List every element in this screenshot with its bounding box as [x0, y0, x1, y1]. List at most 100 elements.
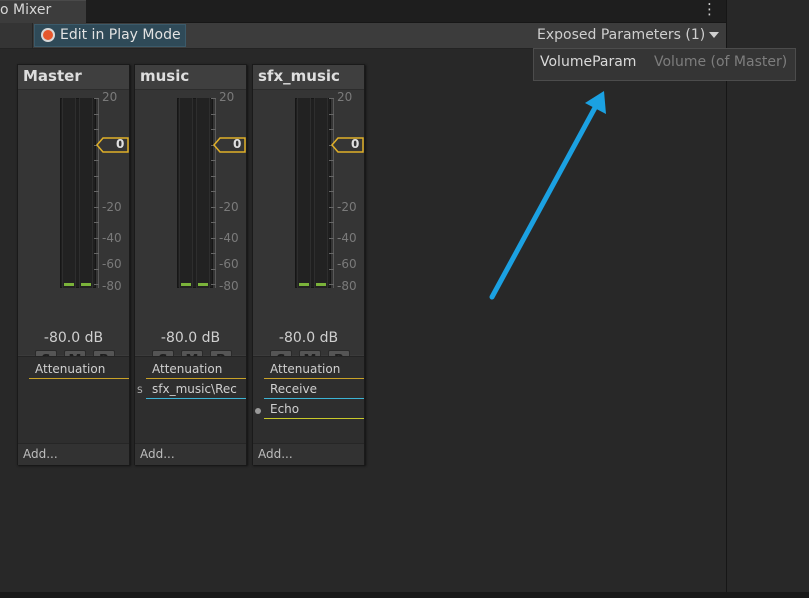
- scale-line: [333, 98, 334, 288]
- scale-tick: [211, 98, 216, 99]
- effects-list: Attenuation: [18, 356, 129, 443]
- scale-tick: [329, 175, 334, 177]
- db-readout: -80.0 dB: [43, 330, 104, 346]
- scale-tick: [329, 98, 334, 99]
- strip-header[interactable]: music: [135, 65, 246, 90]
- meter-level: [198, 283, 208, 286]
- effects-list: Attenuation Receive Echo: [253, 356, 364, 443]
- scale-tick: [329, 129, 334, 130]
- meter-level: [64, 283, 74, 286]
- add-effect-label: Add...: [23, 447, 58, 461]
- scale-tick: [211, 191, 216, 192]
- scale-tick: [329, 206, 334, 208]
- add-effect-button[interactable]: Add...: [135, 443, 246, 465]
- scale-tick: [94, 222, 99, 223]
- scale-label: -80: [337, 279, 357, 293]
- scale-tick: [211, 253, 216, 254]
- scale-label: -40: [337, 231, 357, 245]
- scale-label: 20: [337, 90, 353, 104]
- effect-item[interactable]: Attenuation: [146, 362, 246, 379]
- add-effect-label: Add...: [140, 447, 175, 461]
- scale-label: -20: [102, 200, 122, 214]
- scale-tick: [94, 253, 99, 254]
- mixer-strip-1[interactable]: music20-20-40-60-80 0 -80.0 dBSMBSAttenu…: [134, 64, 247, 465]
- mixer-toolbar: Edit in Play Mode Exposed Parameters (1): [0, 23, 726, 49]
- scale-tick: [211, 222, 216, 223]
- scale-tick: [94, 129, 99, 130]
- scale-tick: [211, 268, 216, 270]
- scale-tick: [94, 237, 99, 239]
- scale-label: -20: [219, 200, 239, 214]
- scale-label: -60: [102, 257, 122, 271]
- effect-item[interactable]: Receive: [264, 382, 364, 399]
- add-effect-button[interactable]: Add...: [253, 443, 364, 465]
- record-icon: [41, 28, 55, 42]
- scale-tick: [94, 268, 99, 270]
- tab-audio-mixer[interactable]: o Mixer: [0, 0, 86, 24]
- scale-tick: [211, 284, 216, 285]
- kebab-menu-icon[interactable]: ⋮: [702, 0, 717, 22]
- scale-line: [98, 98, 99, 288]
- scale-tick: [94, 98, 99, 99]
- effect-item[interactable]: Echo: [264, 402, 364, 419]
- strip-body: 20-20-40-60-80 0 -80.0 dBSMB: [135, 90, 246, 371]
- scale-tick: [329, 113, 334, 115]
- scale-tick: [211, 175, 216, 177]
- volume-fader-handle[interactable]: 0: [331, 136, 364, 154]
- scale-tick: [329, 253, 334, 254]
- play-mode-label: Edit in Play Mode: [60, 27, 181, 43]
- scale-label: -40: [219, 231, 239, 245]
- meter-channel: [196, 98, 210, 288]
- scale-label: -80: [219, 279, 239, 293]
- scale-tick: [329, 284, 334, 285]
- volume-fader-handle[interactable]: 0: [213, 136, 246, 154]
- scale-tick: [211, 206, 216, 208]
- scale-tick: [329, 160, 334, 161]
- effect-item[interactable]: Attenuation: [29, 362, 129, 379]
- scale-label: -20: [337, 200, 357, 214]
- edit-in-play-mode-button[interactable]: Edit in Play Mode: [34, 24, 186, 47]
- fader-value: 0: [233, 137, 242, 151]
- effect-item[interactable]: sfx_music\Rec: [146, 382, 246, 399]
- fader-value: 0: [116, 137, 125, 151]
- toolbar-spacer: [0, 23, 33, 48]
- scale-tick: [211, 129, 216, 130]
- effects-list: S Attenuation sfx_music\Rec: [135, 356, 246, 443]
- scale-label: -60: [337, 257, 357, 271]
- tab-bar: o Mixer ⋮: [0, 0, 726, 24]
- caret-down-icon: [709, 32, 719, 38]
- meter-channel: [314, 98, 328, 288]
- scale-tick: [94, 284, 99, 285]
- db-readout: -80.0 dB: [160, 330, 221, 346]
- effect-bullet-icon: [255, 408, 261, 414]
- exposed-parameters-popup: VolumeParam Volume (of Master): [533, 48, 796, 81]
- volume-fader-handle[interactable]: 0: [96, 136, 129, 154]
- exposed-parameters-dropdown[interactable]: Exposed Parameters (1): [533, 24, 723, 47]
- effect-item[interactable]: Attenuation: [264, 362, 364, 379]
- scale-label: -80: [102, 279, 122, 293]
- scale-label: -60: [219, 257, 239, 271]
- strip-title: sfx_music: [258, 67, 340, 85]
- exposed-parameters-label: Exposed Parameters (1): [537, 27, 706, 43]
- meter-channel: [62, 98, 76, 288]
- strip-title: Master: [23, 67, 82, 85]
- meter-level: [181, 283, 191, 286]
- scale-tick: [211, 237, 216, 239]
- scale-tick: [329, 268, 334, 270]
- scale-tick: [211, 160, 216, 161]
- strip-header[interactable]: sfx_music: [253, 65, 364, 90]
- meter-channel: [79, 98, 93, 288]
- strip-header[interactable]: Master: [18, 65, 129, 90]
- mixer-strip-0[interactable]: Master20-20-40-60-80 0 -80.0 dBSMBAttenu…: [17, 64, 130, 465]
- mixer-strip-2[interactable]: sfx_music20-20-40-60-80 0 -80.0 dBSMBAtt…: [252, 64, 365, 465]
- tab-label: o Mixer: [0, 2, 52, 18]
- send-marker: S: [137, 386, 143, 396]
- scale-tick: [329, 222, 334, 223]
- scale-label: 20: [102, 90, 118, 104]
- exposed-param-description: Volume (of Master): [654, 54, 788, 70]
- add-effect-button[interactable]: Add...: [18, 443, 129, 465]
- scale-tick: [94, 206, 99, 208]
- scale-label: 20: [219, 90, 235, 104]
- side-panel: [726, 0, 809, 598]
- exposed-param-name[interactable]: VolumeParam: [540, 54, 636, 70]
